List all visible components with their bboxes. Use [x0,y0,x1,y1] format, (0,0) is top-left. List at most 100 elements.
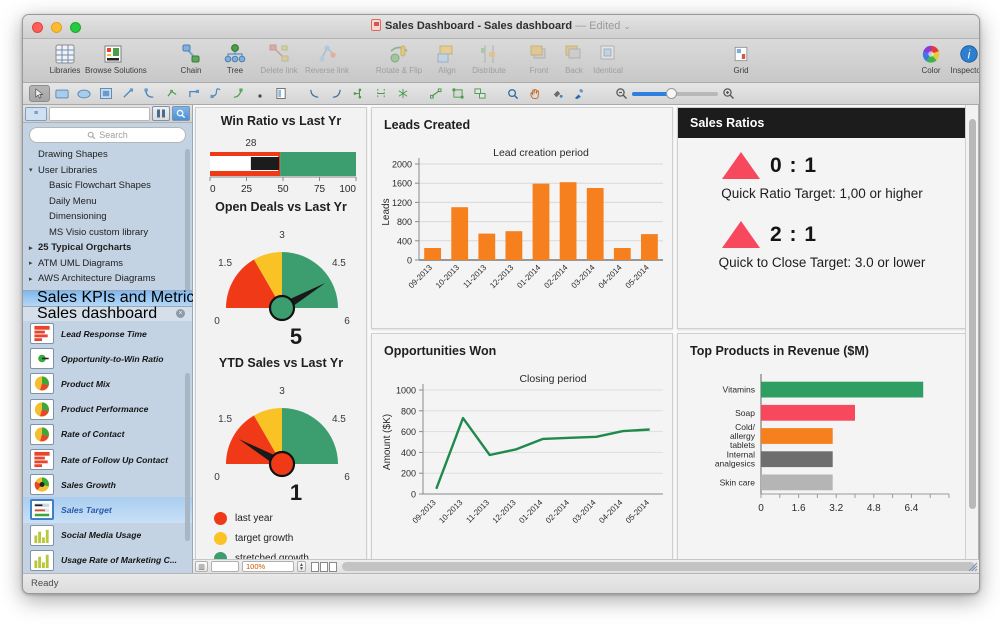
page-thumbnails[interactable] [311,561,337,572]
straight-connector-icon[interactable] [304,85,325,102]
tree-item-accounting-flowcharts[interactable]: ▸Accounting Flowcharts [23,287,192,290]
pointer-icon[interactable] [29,85,50,102]
ribbon-item-grid[interactable]: Grid [713,41,769,76]
eyedropper-icon[interactable] [568,85,589,102]
page-icon[interactable] [271,85,292,102]
fill-icon[interactable] [546,85,567,102]
tree-item-atm-uml-diagrams[interactable]: ▸ ATM UML Diagrams [23,256,192,272]
disclosure-triangle-icon[interactable]: ▸ [29,244,38,252]
smart-connector-icon[interactable] [370,85,391,102]
gallery-item-sales-target[interactable]: Sales Target [23,497,192,523]
curved-connector-icon[interactable] [326,85,347,102]
svg-text:12-2013: 12-2013 [491,498,519,526]
ribbon-item-reverse-link[interactable]: Reverse link [299,41,355,76]
curve-icon[interactable] [205,85,226,102]
top-products-chart: VitaminsSoapCold/allergytabletsInternala… [715,374,950,514]
arrange-icon[interactable] [425,85,446,102]
stepper-icon[interactable]: ▲ ▼ [297,561,306,572]
gallery-item-usage-rate-of-marketing-c-[interactable]: Usage Rate of Marketing C... [23,548,192,573]
zoom-out-icon [616,88,627,99]
canvas-area: Win Ratio vs Last Yr 28 0 25 50 75 100 Open … [193,105,979,573]
ribbon-item-distribute[interactable]: Distribute [461,41,517,76]
page-thumb[interactable] [320,561,328,572]
inspectors-icon: i [941,41,979,67]
ribbon-item-browse-solutions[interactable]: Browse Solutions [85,41,147,76]
close-icon[interactable]: × [176,309,185,319]
frame-icon[interactable] [95,85,116,102]
gallery-item-label: Product Performance [61,404,149,415]
polyline-icon[interactable] [161,85,182,102]
search-toggle-button[interactable] [172,106,190,121]
zoom-icon[interactable] [502,85,523,102]
library-list-icon[interactable]: ≡ [25,106,47,121]
hand-icon[interactable] [524,85,545,102]
gallery-item-label: Opportunity-to-Win Ratio [61,353,164,364]
opportunities-won-chart: Closing period 0 200 400 600 800 1000 09-2013 10… [382,373,663,526]
gallery-item-product-mix[interactable]: Product Mix [23,371,192,396]
gallery-scrollbar[interactable] [185,373,190,541]
disclosure-triangle-icon[interactable]: ▸ [29,275,38,283]
main-body: ≡ Search Drawing Shapes ▾ User Libraries Ba… [23,105,979,573]
line-tool-icon[interactable] [117,85,138,102]
document-canvas[interactable]: Win Ratio vs Last Yr 28 0 25 50 75 100 Open … [193,105,965,559]
canvas-vertical-scroll-thumb[interactable] [969,119,976,509]
page-thumb[interactable] [329,561,337,572]
rectangle-icon[interactable] [51,85,72,102]
dot-icon[interactable] [249,85,270,102]
page-box[interactable] [211,561,239,572]
tree-connector-icon[interactable] [348,85,369,102]
tree-item-25-typical-orgcharts[interactable]: ▸ 25 Typical Orgcharts [23,240,192,256]
disclosure-triangle-icon[interactable]: ▸ [29,259,38,267]
zoom-slider[interactable] [615,87,735,100]
gallery-item-social-media-usage[interactable]: Social Media Usage [23,523,192,548]
tree-item-daily-menu[interactable]: Daily Menu [23,194,192,210]
zoom-slider-track[interactable] [632,87,718,99]
columns-view-button[interactable] [152,106,170,121]
chevron-down-icon[interactable]: ⌄ [623,21,631,31]
ellipse-icon[interactable] [73,85,94,102]
open-library-sales-dashboard[interactable]: Sales dashboard × [23,305,192,322]
tree-item-drawing-shapes[interactable]: Drawing Shapes [23,147,192,163]
tree-scrollbar[interactable] [185,149,190,290]
search-input[interactable]: Search [29,127,186,143]
svg-text:Vitamins: Vitamins [723,385,755,395]
ribbon-item-inspectors[interactable]: i Inspectors [941,41,979,76]
zoom-level-field[interactable]: 100% [242,561,294,572]
gallery-item-opportunity-to-win-ratio[interactable]: Opportunity-to-Win Ratio [23,346,192,371]
gallery-item-sales-growth[interactable]: Sales Growth [23,472,192,497]
zoom-slider-knob[interactable] [666,87,677,99]
ungroup-icon[interactable] [469,85,490,102]
tree-item-basic-flowchart-shapes[interactable]: Basic Flowchart Shapes [23,178,192,194]
page-thumb[interactable] [311,561,319,572]
open-library-sales-kpis-and-metrics[interactable]: Sales KPIs and Metrics× [23,289,207,306]
gallery-item-rate-of-follow-up-contact[interactable]: Rate of Follow Up Contact [23,447,192,472]
arc-tool-icon[interactable] [139,85,160,102]
tree-item-user-libraries[interactable]: ▾ User Libraries [23,163,192,179]
svg-text:04-2014: 04-2014 [597,498,625,526]
canvas-vertical-scrollbar[interactable] [965,105,978,559]
gallery-item-rate-of-contact[interactable]: Rate of Contact [23,422,192,447]
split-view-icon[interactable]: ▥ [195,561,208,572]
svg-text:5: 5 [290,324,302,349]
tree-item-aws-architecture-diagrams[interactable]: ▸ AWS Architecture Diagrams [23,271,192,287]
elbow-icon[interactable] [183,85,204,102]
shape-gallery[interactable]: Lead Response Time Opportunity-to-Win Rat… [23,321,192,573]
disclosure-triangle-icon[interactable]: ▾ [29,166,38,174]
svg-text:3: 3 [279,230,285,241]
svg-text:1.5: 1.5 [218,414,232,425]
ribbon-item-identical[interactable]: Identical [580,41,636,76]
gallery-item-lead-response-time[interactable]: Lead Response Time [23,321,192,346]
status-bar: Ready [23,573,979,593]
canvas-horizontal-scroll-thumb[interactable] [342,562,975,571]
group-icon[interactable] [447,85,468,102]
gallery-item-product-performance[interactable]: Product Performance [23,397,192,422]
svg-text:Amount ($K): Amount ($K) [382,414,393,470]
resize-grip-icon[interactable] [966,560,978,572]
snap-icon[interactable] [392,85,413,102]
gallery-item-label: Usage Rate of Marketing C... [61,555,178,566]
bezier-icon[interactable] [227,85,248,102]
svg-text:Leads: Leads [381,198,392,225]
tree-item-dimensioning[interactable]: Dimensioning [23,209,192,225]
library-tree[interactable]: Drawing Shapes ▾ User Libraries Basic Flowc… [23,147,192,290]
tree-item-ms-visio-custom-library[interactable]: MS Visio custom library [23,225,192,241]
